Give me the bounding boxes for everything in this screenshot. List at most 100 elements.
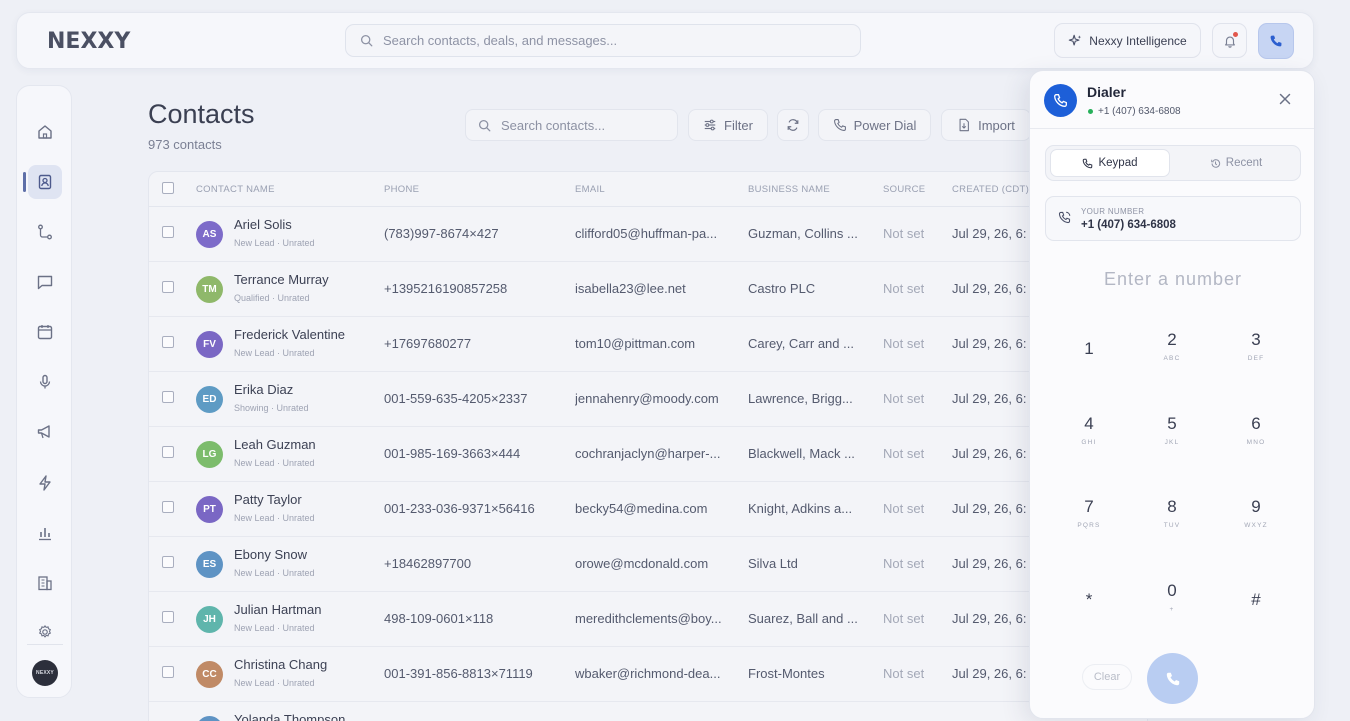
sidebar-item-contacts[interactable] (23, 165, 62, 199)
contact-name[interactable]: Patty Taylor (234, 492, 302, 507)
keypad-key[interactable]: # (1226, 581, 1286, 629)
sidebar-item-campaigns[interactable] (28, 415, 62, 449)
power-dial-button[interactable]: Power Dial (818, 109, 931, 141)
contact-name[interactable]: Frederick Valentine (234, 327, 345, 342)
keypad-key[interactable]: * (1059, 581, 1119, 629)
contact-status: New Lead · Unrated (234, 458, 315, 468)
power-dial-label: Power Dial (853, 117, 917, 133)
keypad-key[interactable]: 0 + (1142, 581, 1202, 629)
keypad-key[interactable]: 6 MNO (1226, 414, 1286, 462)
megaphone-icon (36, 423, 54, 441)
sidebar-item-automations[interactable] (28, 466, 62, 500)
global-search-input[interactable]: Search contacts, deals, and messages... (345, 24, 861, 57)
table-row[interactable]: TM Terrance Murray Qualified · Unrated +139… (149, 262, 1147, 317)
table-row[interactable]: CC Christina Chang New Lead · Unrated 001-3… (149, 647, 1147, 702)
keypad-letters: MNO (1246, 439, 1266, 446)
dial-number-input[interactable] (1045, 264, 1301, 294)
row-checkbox[interactable] (162, 281, 174, 293)
contact-avatar: CC (196, 661, 223, 688)
call-button[interactable] (1147, 653, 1198, 704)
import-button[interactable]: Import (941, 109, 1031, 141)
contact-avatar: FV (196, 331, 223, 358)
tab-recent[interactable]: Recent (1176, 149, 1296, 177)
column-header-contact-name[interactable]: CONTACT NAME (196, 184, 275, 195)
search-icon (360, 34, 373, 47)
contact-status: New Lead · Unrated (234, 623, 315, 633)
table-row[interactable]: ED Erika Diaz Showing · Unrated 001-559-635… (149, 372, 1147, 427)
row-checkbox[interactable] (162, 226, 174, 238)
nexxy-intelligence-button[interactable]: Nexxy Intelligence (1054, 23, 1201, 58)
row-checkbox[interactable] (162, 336, 174, 348)
table-row[interactable]: ES Ebony Snow New Lead · Unrated +184628977… (149, 537, 1147, 592)
sidebar-item-calendar[interactable] (28, 315, 62, 349)
contact-name[interactable]: Terrance Murray (234, 272, 329, 287)
tab-recent-label: Recent (1225, 157, 1263, 169)
keypad-key[interactable]: 8 TUV (1142, 497, 1202, 545)
filter-button[interactable]: Filter (688, 109, 768, 141)
app-logo[interactable]: NEXXY (47, 29, 130, 54)
column-header-source[interactable]: SOURCE (883, 184, 925, 195)
keypad-key[interactable]: 2 ABC (1142, 330, 1202, 378)
keypad-key[interactable]: 9 WXYZ (1226, 497, 1286, 545)
dialer-toggle-button[interactable] (1258, 23, 1294, 59)
table-row[interactable]: JH Julian Hartman New Lead · Unrated 498-10… (149, 592, 1147, 647)
row-checkbox[interactable] (162, 501, 174, 513)
keypad-digit: * (1085, 589, 1093, 609)
refresh-button[interactable] (777, 109, 809, 141)
keypad-digit: 6 (1251, 414, 1261, 433)
sidebar-item-reports[interactable] (28, 516, 62, 550)
contact-name[interactable]: Ariel Solis (234, 217, 292, 232)
sliders-icon (703, 118, 717, 132)
select-all-checkbox[interactable] (162, 182, 174, 194)
column-header-email[interactable]: EMAIL (575, 184, 605, 195)
contact-name[interactable]: Julian Hartman (234, 602, 321, 617)
tab-keypad[interactable]: Keypad (1050, 149, 1170, 177)
keypad-key[interactable]: 4 GHI (1059, 414, 1119, 462)
table-row[interactable]: YT Yolanda Thompson (149, 702, 1147, 721)
row-checkbox[interactable] (162, 446, 174, 458)
import-label: Import (978, 117, 1015, 133)
keypad-key[interactable]: 5 JKL (1142, 414, 1202, 462)
cell-source: Not set (883, 281, 925, 296)
column-header-business-name[interactable]: BUSINESS NAME (748, 184, 830, 195)
contact-name[interactable]: Erika Diaz (234, 382, 293, 397)
keypad-key[interactable]: 7 PQRS (1059, 497, 1119, 545)
dialer-tabs: Keypad Recent (1045, 145, 1301, 181)
row-checkbox[interactable] (162, 556, 174, 568)
keypad-digit: 9 (1251, 497, 1261, 516)
row-checkbox[interactable] (162, 666, 174, 678)
keypad-letters: JKL (1164, 439, 1180, 446)
cell-email: isabella23@lee.net (575, 281, 686, 296)
table-row[interactable]: PT Patty Taylor New Lead · Unrated 001-233-… (149, 482, 1147, 537)
sidebar-item-pipeline[interactable] (28, 215, 62, 249)
clear-button[interactable]: Clear (1082, 664, 1132, 690)
table-row[interactable]: FV Frederick Valentine New Lead · Unrated +… (149, 317, 1147, 372)
keypad-digit: 3 (1251, 330, 1261, 349)
sidebar-item-companies[interactable] (28, 566, 62, 600)
contact-name[interactable]: Yolanda Thompson (234, 712, 345, 721)
table-row[interactable]: AS Ariel Solis New Lead · Unrated (783)997-… (149, 207, 1147, 262)
table-row[interactable]: LG Leah Guzman New Lead · Unrated 001-985-1… (149, 427, 1147, 482)
sidebar-item-messages[interactable] (28, 265, 62, 299)
contact-name[interactable]: Christina Chang (234, 657, 327, 672)
cell-source: Not set (883, 666, 925, 681)
keypad-key[interactable]: 3 DEF (1226, 330, 1286, 378)
keypad-letters: PQRS (1077, 522, 1101, 529)
cell-business: Castro PLC (748, 281, 816, 296)
keypad-key[interactable]: 1 (1059, 330, 1119, 378)
column-header-created[interactable]: CREATED (CDT) (952, 184, 1029, 195)
table-header: CONTACT NAME PHONE EMAIL BUSINESS NAME S… (149, 172, 1147, 207)
contact-name[interactable]: Ebony Snow (234, 547, 307, 562)
contact-name[interactable]: Leah Guzman (234, 437, 316, 452)
notifications-button[interactable] (1212, 23, 1247, 58)
contacts-search-input[interactable]: Search contacts... (465, 109, 678, 141)
row-checkbox[interactable] (162, 611, 174, 623)
row-checkbox[interactable] (162, 391, 174, 403)
contact-avatar: YT (196, 716, 223, 721)
column-header-phone[interactable]: PHONE (384, 184, 419, 195)
sidebar-item-recordings[interactable] (28, 365, 62, 399)
pipeline-icon (36, 223, 54, 241)
close-dialer-button[interactable] (1277, 91, 1293, 107)
user-avatar[interactable]: NEXXY (32, 660, 58, 686)
sidebar-item-home[interactable] (28, 115, 62, 149)
